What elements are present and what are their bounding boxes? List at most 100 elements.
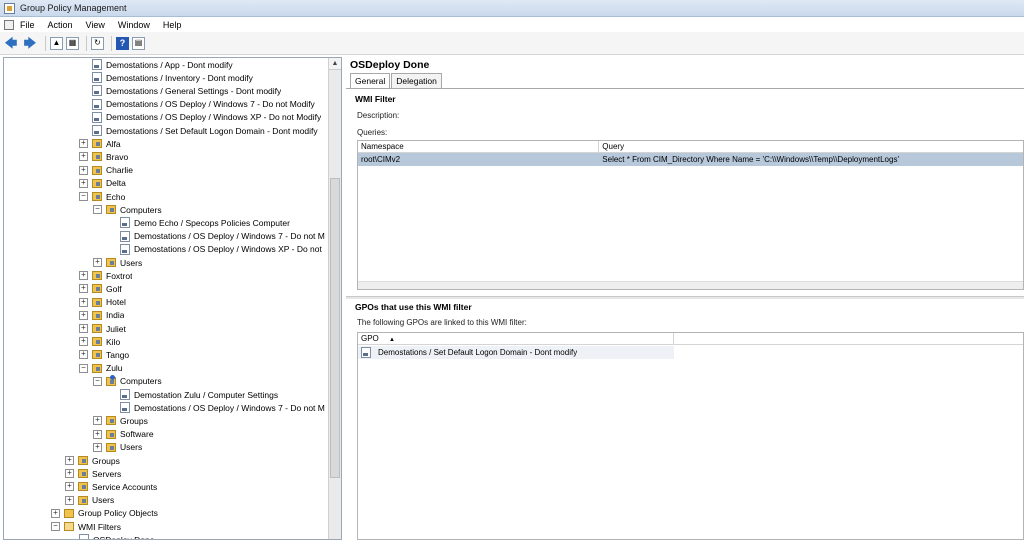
tree-node[interactable]: + Hotel (79, 296, 126, 309)
system-menu-icon[interactable] (4, 19, 14, 30)
collapse-icon[interactable]: − (51, 522, 60, 531)
tree-node[interactable]: + Delta (79, 177, 126, 190)
tree-node[interactable]: Demostations / OS Deploy / Windows 7 - D… (92, 98, 315, 111)
tree-node-label: Demostations / OS Deploy / Windows 7 - D… (134, 231, 325, 242)
expand-icon[interactable]: + (65, 495, 74, 505)
tree-node[interactable]: − Zulu (79, 362, 123, 375)
help-icon[interactable]: ? (116, 36, 129, 50)
expand-icon[interactable]: + (65, 456, 74, 465)
gpmc-app-icon[interactable] (4, 2, 15, 14)
expand-icon[interactable]: + (93, 442, 102, 452)
column-query[interactable]: Query (599, 141, 1023, 153)
column-namespace[interactable]: Namespace (358, 141, 600, 153)
refresh-icon[interactable]: ↻ (91, 36, 104, 50)
tree-node[interactable]: + Golf (79, 282, 122, 295)
tree-node-label: WMI Filters (78, 521, 121, 532)
properties-icon[interactable]: ▤ (132, 36, 145, 50)
expand-icon[interactable]: + (79, 297, 88, 307)
expand-icon[interactable]: + (79, 350, 88, 360)
tree-node[interactable]: + Bravo (79, 150, 128, 163)
expand-icon[interactable]: + (93, 416, 102, 426)
collapse-icon[interactable]: − (79, 192, 88, 201)
menu-view[interactable]: View (86, 20, 105, 30)
expand-icon[interactable]: + (65, 482, 74, 492)
show-hide-tree-icon[interactable]: ▦ (66, 36, 79, 50)
forward-arrow-icon[interactable]: 🡆 (22, 35, 38, 51)
tree-node[interactable]: + Kilo (79, 335, 120, 348)
tree-node[interactable]: + Tango (79, 348, 129, 361)
tree-node[interactable]: Demostation Zulu / Computer Settings (120, 388, 278, 401)
expand-icon[interactable]: + (79, 310, 88, 320)
tree-node[interactable]: − Computers (93, 203, 162, 216)
menu-window[interactable]: Window (118, 20, 150, 30)
tree-node[interactable]: + Foxtrot (79, 269, 132, 282)
tree-node[interactable]: Demostations / Set Default Logon Domain … (92, 124, 318, 137)
tree-node[interactable]: Demostations / OS Deploy / Windows XP - … (120, 243, 322, 256)
tree-node-label: Demostations / OS Deploy / Windows 7 - D… (134, 402, 325, 413)
expand-icon[interactable]: + (79, 324, 88, 333)
tab-divider (346, 88, 1024, 89)
tree-node[interactable]: + Users (93, 441, 142, 454)
expand-icon[interactable]: + (79, 178, 88, 188)
tree-node[interactable]: − Echo (79, 190, 125, 203)
tree-node[interactable]: + Service Accounts (65, 480, 157, 493)
expand-icon[interactable]: + (79, 165, 88, 175)
queries-hscrollbar[interactable] (358, 281, 1023, 289)
tree-node[interactable]: Demostations / App - Dont modify (92, 58, 233, 71)
expand-icon[interactable]: + (79, 284, 88, 294)
back-arrow-icon[interactable]: 🡄 (3, 35, 19, 51)
tab-general[interactable]: General (350, 73, 391, 89)
tree-node[interactable]: + Groups (65, 454, 120, 467)
expand-icon[interactable]: + (79, 152, 88, 162)
ou-folder-icon (106, 205, 116, 215)
table-row[interactable]: Demostations / Set Default Logon Domain … (358, 346, 674, 359)
expand-icon[interactable]: + (93, 429, 102, 439)
up-folder-icon[interactable]: ▲ (50, 36, 63, 50)
tree-scrollbar[interactable]: ▲ (328, 58, 341, 539)
tree-node[interactable]: + Group Policy Objects (51, 507, 158, 520)
tree-node[interactable]: − Computers (93, 374, 162, 388)
tree-node[interactable]: + Alfa (79, 137, 121, 150)
pane-splitter[interactable] (346, 296, 1024, 299)
collapse-icon[interactable]: − (93, 205, 102, 215)
expand-icon[interactable]: + (79, 139, 88, 149)
tree-node[interactable]: Demostations / General Settings - Dont m… (92, 84, 281, 97)
expand-icon[interactable]: + (79, 271, 88, 281)
tree-node[interactable]: + Users (65, 494, 114, 507)
tree-node[interactable]: Demostations / OS Deploy / Windows XP - … (92, 111, 321, 124)
table-row[interactable]: root\CIMv2 Select * From CIM_Directory W… (358, 153, 1023, 166)
menu-action[interactable]: Action (48, 20, 73, 30)
tab-delegation[interactable]: Delegation (391, 73, 442, 88)
column-gpo[interactable]: GPO ▲ (358, 333, 674, 345)
tree-node[interactable]: OSDeploy Done (79, 533, 154, 539)
ou-folder-icon (106, 258, 116, 267)
queries-table[interactable]: Namespace Query root\CIMv2 Select * From… (357, 140, 1024, 290)
linked-gpos-table[interactable]: GPO ▲ Demostations / Set Default Logon D… (357, 332, 1024, 540)
tree-node[interactable]: + Users (93, 256, 142, 269)
tree-node[interactable]: Demo Echo / Specops Policies Computer (120, 216, 290, 229)
tree-node[interactable]: + Servers (65, 467, 121, 480)
ou-folder-icon (92, 271, 102, 281)
collapse-icon[interactable]: − (93, 376, 102, 386)
console-tree[interactable]: Demostations / App - Dont modify Demostat… (3, 57, 342, 540)
scroll-thumb[interactable] (330, 178, 340, 478)
expand-icon[interactable]: + (65, 469, 74, 479)
tree-node[interactable]: Demostations / OS Deploy / Windows 7 - D… (120, 230, 325, 243)
title-bar: Group Policy Management (0, 0, 1024, 17)
collapse-icon[interactable]: − (79, 363, 88, 373)
tree-node[interactable]: + India (79, 309, 124, 322)
tree-node[interactable]: + Software (93, 428, 154, 441)
expand-icon[interactable]: + (93, 258, 102, 267)
scroll-up-icon[interactable]: ▲ (329, 58, 341, 70)
tree-node[interactable]: Demostations / Inventory - Dont modify (92, 71, 253, 84)
expand-icon[interactable]: + (51, 508, 60, 518)
tree-node[interactable]: + Groups (93, 414, 148, 427)
tree-node[interactable]: − WMI Filters (51, 520, 121, 533)
menu-file[interactable]: File (20, 20, 35, 30)
expand-icon[interactable]: + (79, 337, 88, 347)
tree-node[interactable]: + Charlie (79, 164, 133, 177)
namespace-cell: root\CIMv2 (361, 155, 401, 164)
tree-node[interactable]: Demostations / OS Deploy / Windows 7 - D… (120, 401, 325, 414)
tree-node[interactable]: + Juliet (79, 322, 126, 335)
menu-help[interactable]: Help (163, 20, 182, 30)
